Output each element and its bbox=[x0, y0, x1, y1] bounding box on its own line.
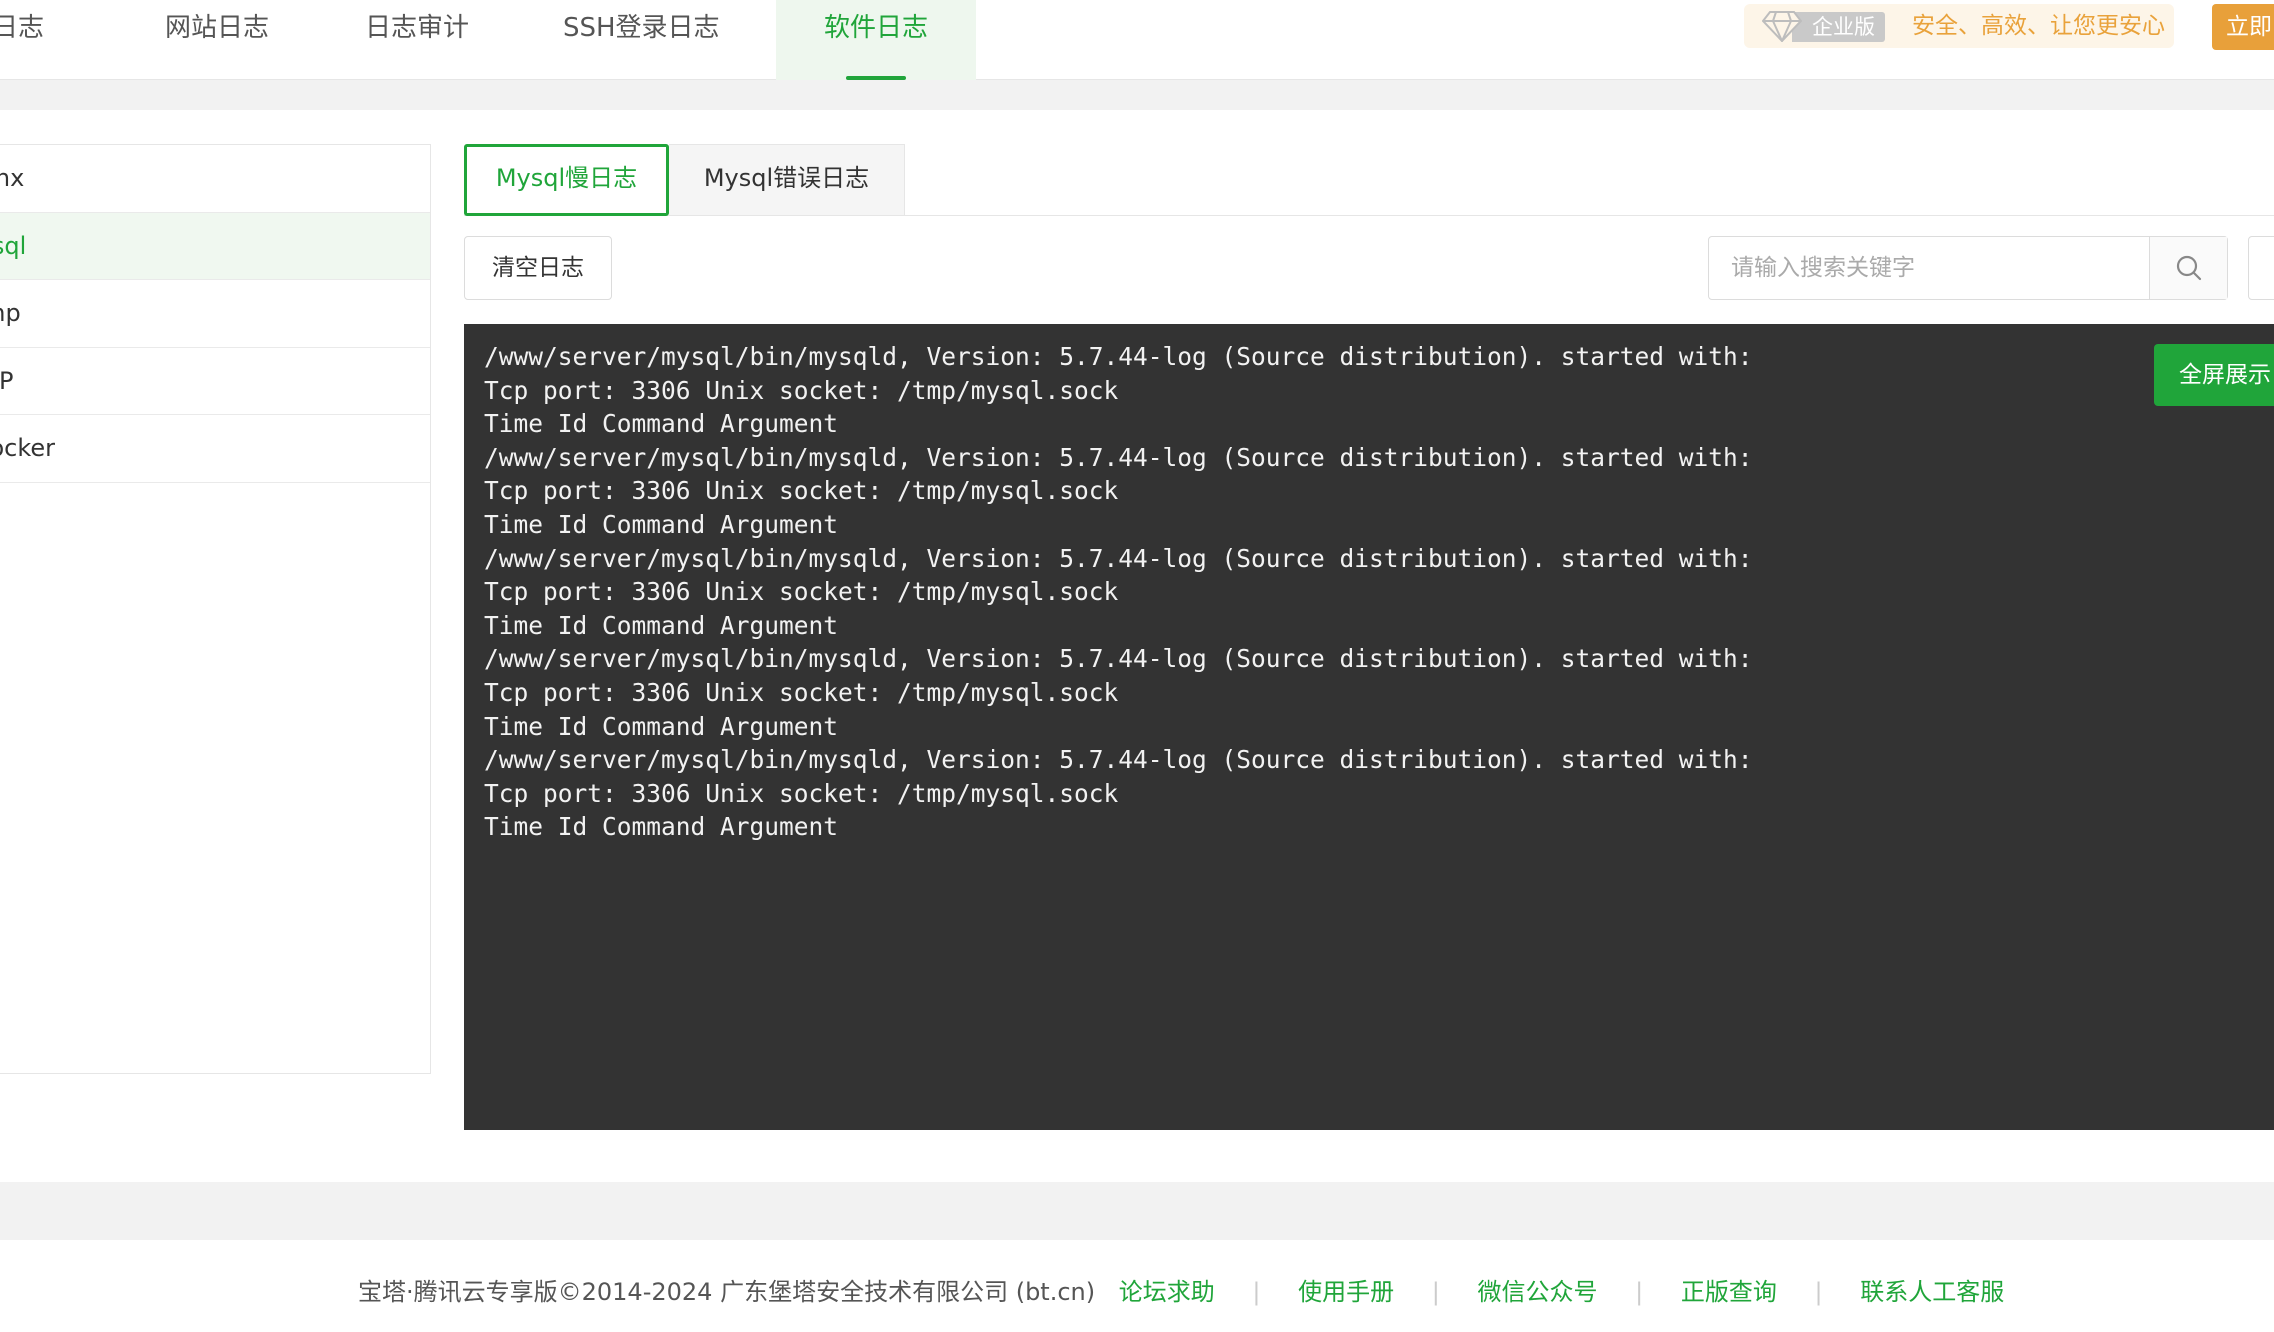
clear-log-button[interactable]: 清空日志 bbox=[464, 236, 612, 300]
tab-website-log[interactable]: 网站日志 bbox=[165, 0, 269, 80]
sidebar-item-ftp[interactable]: FTP bbox=[0, 348, 430, 415]
tab-mysql-slow-log[interactable]: Mysql慢日志 bbox=[464, 144, 669, 216]
search-box bbox=[1708, 236, 2228, 300]
footer-link-license-check[interactable]: 正版查询 bbox=[1681, 1278, 1777, 1306]
log-content: /www/server/mysql/bin/mysqld, Version: 5… bbox=[484, 342, 1753, 842]
sidebar-item-docker[interactable]: Docker bbox=[0, 415, 430, 483]
footer-divider: | bbox=[1635, 1278, 1644, 1306]
software-sidebar: Nginx Mysql php FTP Docker bbox=[0, 144, 431, 1074]
enterprise-promo[interactable]: 企业版 安全、高效、让您更安心 bbox=[1744, 4, 2174, 48]
footer-divider: | bbox=[1814, 1278, 1823, 1306]
footer-link-support[interactable]: 联系人工客服 bbox=[1860, 1278, 2004, 1306]
mysql-log-tabs: Mysql慢日志 Mysql错误日志 bbox=[464, 144, 2274, 216]
top-tab-bar: 面板日志 网站日志 日志审计 SSH登录日志 软件日志 企业版 安全、高效、让您… bbox=[0, 0, 2274, 80]
footer-link-forum[interactable]: 论坛求助 bbox=[1119, 1278, 1215, 1306]
search-button[interactable] bbox=[2149, 237, 2227, 299]
tab-log-audit[interactable]: 日志审计 bbox=[365, 0, 469, 80]
refresh-button[interactable] bbox=[2248, 236, 2274, 300]
sidebar-item-mysql[interactable]: Mysql bbox=[0, 212, 430, 280]
footer-divider: | bbox=[1431, 1278, 1440, 1306]
fullscreen-button[interactable]: 全屏展示 bbox=[2154, 344, 2274, 406]
copyright-text: 宝塔·腾讯云专享版©2014-2024 广东堡塔安全技术有限公司 (bt.cn) bbox=[358, 1278, 1096, 1306]
diamond-icon bbox=[1762, 11, 1802, 42]
footer-divider: | bbox=[1252, 1278, 1261, 1306]
footer-link-wechat[interactable]: 微信公众号 bbox=[1478, 1278, 1598, 1306]
sidebar-item-php[interactable]: php bbox=[0, 280, 430, 348]
tab-software-log[interactable]: 软件日志 bbox=[776, 0, 976, 80]
search-input[interactable] bbox=[1709, 237, 2149, 299]
promo-slogan: 安全、高效、让您更安心 bbox=[1912, 13, 2165, 39]
search-icon bbox=[2176, 255, 2202, 281]
footer-content: 宝塔·腾讯云专享版©2014-2024 广东堡塔安全技术有限公司 (bt.cn)… bbox=[358, 1240, 2004, 1332]
log-console: /www/server/mysql/bin/mysqld, Version: 5… bbox=[464, 324, 2274, 1130]
footer-link-manual[interactable]: 使用手册 bbox=[1298, 1278, 1394, 1306]
tab-mysql-error-log[interactable]: Mysql错误日志 bbox=[669, 144, 905, 216]
enterprise-badge: 企业版 bbox=[1792, 12, 1885, 42]
sidebar-item-nginx[interactable]: Nginx bbox=[0, 145, 430, 213]
tab-ssh-login-log[interactable]: SSH登录日志 bbox=[563, 0, 720, 80]
tab-panel-log[interactable]: 面板日志 bbox=[0, 0, 44, 80]
footer: 宝塔·腾讯云专享版©2014-2024 广东堡塔安全技术有限公司 (bt.cn)… bbox=[0, 1240, 2274, 1332]
buy-now-button[interactable]: 立即 bbox=[2212, 4, 2274, 50]
